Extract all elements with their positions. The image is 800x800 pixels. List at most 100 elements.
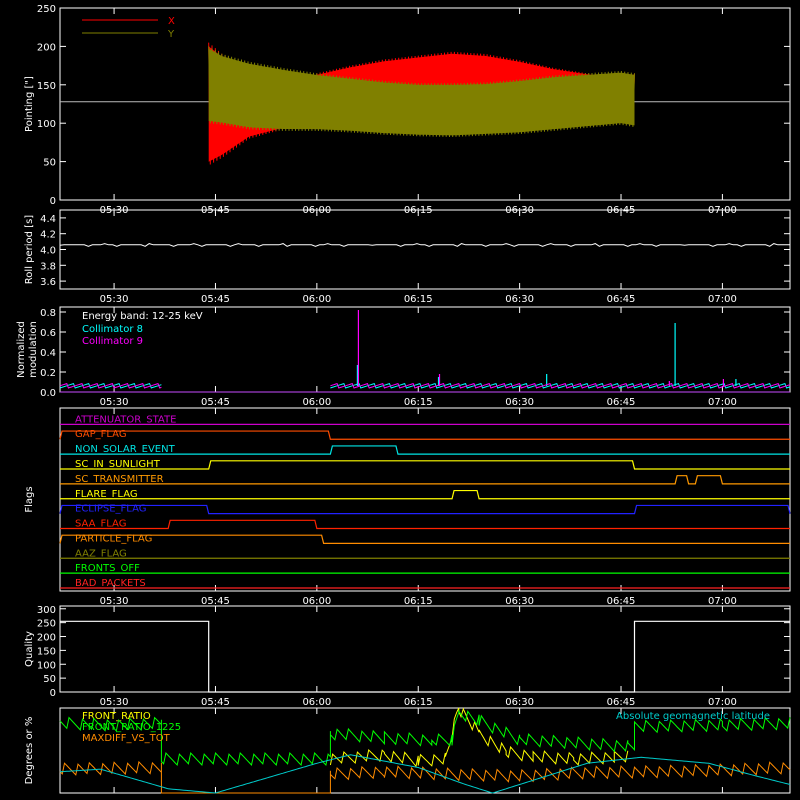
- x-tick-label: 06:45: [607, 697, 636, 708]
- flag-label: PARTICLE_FLAG: [75, 533, 152, 544]
- y-tick-label: 50: [43, 158, 56, 169]
- x-tick-label: 05:45: [201, 397, 230, 408]
- ratio-line-3: [59, 754, 791, 794]
- flag-label: NON_SOLAR_EVENT: [75, 444, 176, 455]
- y-axis-label: Quality: [24, 631, 35, 667]
- y-tick-label: 0.8: [40, 308, 56, 319]
- x-tick-label: 06:45: [607, 596, 636, 607]
- flag-line-saa_flag: [60, 519, 790, 530]
- panel-frame: [59, 209, 791, 290]
- y-tick-label: 4.2: [40, 230, 56, 241]
- x-tick-label: 06:30: [505, 596, 534, 607]
- x-tick-label: 06:30: [505, 294, 534, 305]
- flag-line-gap_flag: [59, 430, 790, 440]
- y-tick-label: 3.6: [40, 277, 56, 288]
- flag-line-flare_flag: [60, 489, 790, 500]
- y-tick-label: 100: [37, 660, 56, 671]
- flag-label: GAP_FLAG: [75, 429, 127, 440]
- x-tick-label: 06:30: [505, 697, 534, 708]
- legend-label: MAXDIFF_VS_TOT: [82, 733, 171, 744]
- x-tick-label: 07:00: [708, 596, 737, 607]
- flag-label: FLARE_FLAG: [75, 489, 138, 500]
- y-tick-label: 0.4: [40, 348, 56, 359]
- figure: 05:30 05:45 06:00 06:15 06:30 06:45 07:00 0 50 10…: [16, 4, 791, 794]
- x-tick-label: 05:30: [100, 294, 129, 305]
- x-tick-label: 06:00: [302, 596, 331, 607]
- flag-line-particle_flag: [59, 534, 790, 544]
- x-tick-label: 07:00: [708, 697, 737, 708]
- x-tick-label: 06:15: [404, 294, 433, 305]
- x-tick-label: 05:45: [201, 596, 230, 607]
- panel-ratios: Degrees or % FRONT_RATIOFRONT_RATIO_1225M…: [24, 707, 791, 794]
- x-tick-label: 06:00: [302, 397, 331, 408]
- y-axis-label: modulation: [28, 321, 39, 378]
- y-tick-label: 250: [37, 619, 56, 630]
- y-tick-label: 4.4: [40, 214, 56, 225]
- legend-label: Collimator 8: [82, 324, 143, 335]
- legend-label: FRONT_RATIO: [82, 711, 151, 722]
- y-tick-label: 0.6: [40, 328, 56, 339]
- panel-roll: 05:30 05:45 06:00 06:15 06:30 06:45 07:00 3.6 3.…: [24, 209, 791, 305]
- x-tick-label: 05:45: [201, 697, 230, 708]
- x-tick-label: 06:15: [404, 596, 433, 607]
- legend-label: Collimator 9: [82, 336, 143, 347]
- legend-label: FRONT_RATIO_1225: [82, 722, 181, 733]
- y-tick-label: 100: [37, 119, 56, 130]
- y-tick-label: 0.0: [40, 388, 56, 399]
- x-tick-label: 06:15: [404, 397, 433, 408]
- x-tick-label: 06:45: [607, 294, 636, 305]
- x-tick-label: 05:30: [100, 596, 129, 607]
- flag-line-sc_transmitter: [60, 475, 790, 485]
- x-tick-label: 06:00: [302, 697, 331, 708]
- y-tick-label: 150: [37, 81, 56, 92]
- legend-label: Y: [167, 29, 175, 40]
- y-tick-label: 3.8: [40, 261, 56, 272]
- flag-label: FRONTS_OFF: [75, 563, 140, 574]
- y-tick-label: 150: [37, 646, 56, 657]
- ratio-line-2: [59, 760, 791, 794]
- flag-line-eclipse_flag: [59, 504, 791, 515]
- x-tick-label: 05:30: [100, 397, 129, 408]
- y-axis-label: Degrees or %: [24, 717, 35, 785]
- roll-period-line: [59, 243, 790, 247]
- panel-quality: 05:30 05:45 06:00 06:15 06:30 06:45 07:00 0 50 10…: [24, 605, 791, 708]
- flag-line-sc_in_sunlight: [60, 460, 790, 470]
- x-tick-label: 05:45: [201, 294, 230, 305]
- annotation-energy-band: Energy band: 12-25 keV: [82, 311, 203, 322]
- flag-label: SC_TRANSMITTER: [75, 474, 164, 485]
- x-tick-label: 06:45: [607, 397, 636, 408]
- flag-label: AAZ_FLAG: [75, 548, 127, 559]
- x-tick-label: 06:00: [302, 294, 331, 305]
- panel-frame: [59, 605, 791, 693]
- x-tick-label: 07:00: [708, 294, 737, 305]
- y-tick-label: 0.2: [40, 368, 56, 379]
- y-tick-label: 50: [43, 674, 56, 685]
- legend-label: Absolute geomagnetic latitude: [616, 711, 770, 722]
- y-tick-label: 0: [50, 196, 56, 207]
- quality-line: [60, 620, 790, 693]
- y-axis-label: Roll period [s]: [24, 215, 35, 284]
- flag-label: SAA_FLAG: [75, 519, 126, 530]
- panel-frame: [59, 407, 791, 592]
- y-axis-label: Flags: [24, 486, 35, 512]
- panel-pointing: 05:30 05:45 06:00 06:15 06:30 06:45 07:0005010…: [24, 4, 791, 216]
- panel-flags: 05:30 05:45 06:00 06:15 06:30 06:45 07:00 Flags…: [24, 407, 791, 607]
- y-tick-label: 200: [37, 42, 56, 53]
- flag-label: ATTENUATOR_STATE: [75, 414, 176, 425]
- panel-modulation: 05:30 05:45 06:00 06:15 06:30 06:45 07:00 0.0 0.…: [16, 306, 791, 408]
- legend-label: X: [168, 16, 175, 27]
- flag-label: SC_IN_SUNLIGHT: [75, 459, 161, 470]
- x-tick-label: 06:15: [404, 697, 433, 708]
- x-tick-label: 05:30: [100, 697, 129, 708]
- y-tick-label: 0: [50, 688, 56, 699]
- y-tick-label: 250: [37, 4, 56, 15]
- y-tick-label: 200: [37, 633, 56, 644]
- x-tick-label: 07:00: [708, 397, 737, 408]
- flag-label: ECLIPSE_FLAG: [75, 504, 146, 515]
- y-axis-label: Normalized: [16, 321, 27, 378]
- x-tick-label: 06:30: [505, 397, 534, 408]
- y-tick-label: 4.0: [40, 246, 56, 257]
- flag-label: BAD_PACKETS: [75, 578, 146, 589]
- y-tick-label: 300: [37, 605, 56, 616]
- y-axis-label: Pointing ["]: [24, 76, 35, 132]
